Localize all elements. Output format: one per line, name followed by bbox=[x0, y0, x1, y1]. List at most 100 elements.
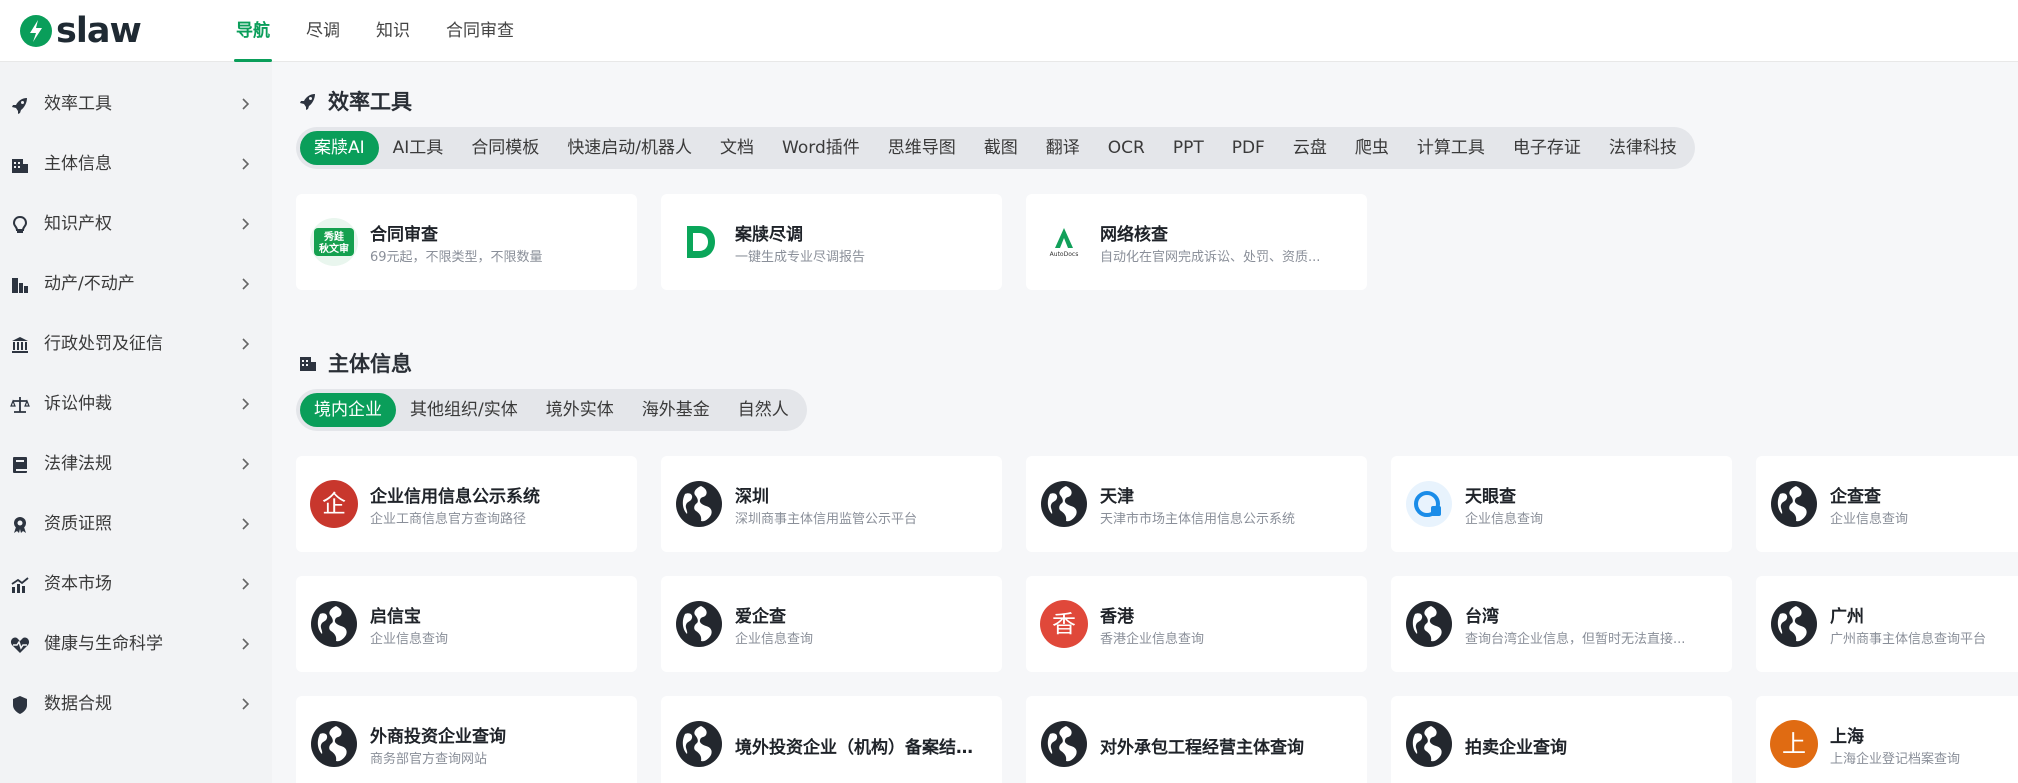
card-title: 启信宝 bbox=[370, 607, 421, 627]
tab-contract-template[interactable]: 合同模板 bbox=[457, 131, 553, 165]
card-title: 网络核查 bbox=[1100, 225, 1168, 245]
tool-card-andu-dd[interactable]: 案牍尽调 一键生成专业尽调报告 bbox=[661, 194, 1002, 290]
card-title: 对外承包工程经营主体查询 bbox=[1100, 738, 1304, 758]
sidebar-item-laws[interactable]: 法律法规 bbox=[0, 444, 272, 484]
entity-card[interactable]: 天眼查 企业信息查询 bbox=[1391, 456, 1732, 552]
tab-crawler[interactable]: 爬虫 bbox=[1341, 131, 1403, 165]
book-icon bbox=[13, 457, 27, 473]
slaw-logo[interactable]: slaw bbox=[20, 11, 142, 51]
sidebar-item-label: 效率工具 bbox=[44, 94, 112, 114]
tab-natural-person[interactable]: 自然人 bbox=[724, 393, 803, 427]
top-nav-tabs: 导航 尽调 知识 合同审查 bbox=[234, 0, 548, 62]
tab-andu-ai[interactable]: 案牍AI bbox=[300, 131, 379, 165]
char-badge-icon: 企 bbox=[310, 480, 358, 528]
entity-card[interactable]: 爱企查 企业信息查询 bbox=[661, 576, 1002, 672]
tab-domestic-enterprise[interactable]: 境内企业 bbox=[300, 393, 396, 427]
tianyancha-logo-icon bbox=[1405, 480, 1453, 528]
tab-pdf[interactable]: PDF bbox=[1218, 131, 1279, 165]
card-desc: 69元起，不限类型，不限数量 bbox=[370, 250, 543, 265]
tab-quick-launch[interactable]: 快速启动/机器人 bbox=[553, 131, 706, 165]
globe-icon bbox=[1405, 720, 1453, 768]
tab-overseas-fund[interactable]: 海外基金 bbox=[628, 393, 724, 427]
entity-card[interactable]: 天津 天津市市场主体信用信息公示系统 bbox=[1026, 456, 1367, 552]
globe-icon bbox=[1770, 480, 1818, 528]
tool-card-contract-review[interactable]: 秀跬 秋文审 合同审查 69元起，不限类型，不限数量 bbox=[296, 194, 637, 290]
sidebar-item-label: 动产/不动产 bbox=[44, 274, 135, 294]
tool-card-network-check[interactable]: AutoDocs 网络核查 自动化在官网完成诉讼、处罚、资质... bbox=[1026, 194, 1367, 290]
tab-overseas-entity[interactable]: 境外实体 bbox=[532, 393, 628, 427]
sidebar-item-qualification[interactable]: 资质证照 bbox=[0, 504, 272, 544]
sidebar-item-ip[interactable]: 知识产权 bbox=[0, 204, 272, 244]
entity-card[interactable]: 启信宝 企业信息查询 bbox=[296, 576, 637, 672]
tab-legal-tech[interactable]: 法律科技 bbox=[1595, 131, 1691, 165]
globe-icon bbox=[1040, 480, 1088, 528]
entity-card[interactable]: 香 香港 香港企业信息查询 bbox=[1026, 576, 1367, 672]
tab-word-plugin[interactable]: Word插件 bbox=[768, 131, 874, 165]
tab-due-diligence[interactable]: 尽调 bbox=[304, 0, 342, 62]
heart-pulse-icon bbox=[10, 637, 30, 653]
building-icon bbox=[12, 159, 28, 173]
sidebar-item-litigation[interactable]: 诉讼仲裁 bbox=[0, 384, 272, 424]
card-title: 外商投资企业查询 bbox=[370, 727, 506, 747]
city-icon bbox=[12, 278, 28, 293]
char-badge-icon: 上 bbox=[1770, 720, 1818, 768]
sidebar-item-entity[interactable]: 主体信息 bbox=[0, 144, 272, 184]
sidebar-item-property[interactable]: 动产/不动产 bbox=[0, 264, 272, 304]
tab-ai-tools[interactable]: AI工具 bbox=[379, 131, 458, 165]
svg-text:秀跬: 秀跬 bbox=[323, 230, 344, 243]
entity-card[interactable]: 台湾 查询台湾企业信息，但暂时无法直接... bbox=[1391, 576, 1732, 672]
sidebar-item-capital-market[interactable]: 资本市场 bbox=[0, 564, 272, 604]
chevron-right-icon bbox=[242, 398, 250, 410]
efficiency-tab-bar: 案牍AI AI工具 合同模板 快速启动/机器人 文档 Word插件 思维导图 截… bbox=[296, 127, 1695, 169]
chevron-right-icon bbox=[242, 218, 250, 230]
entity-card[interactable]: 深圳 深圳商事主体信用监管公示平台 bbox=[661, 456, 1002, 552]
card-title: 企业信用信息公示系统 bbox=[370, 487, 540, 507]
scale-icon bbox=[10, 397, 30, 413]
tab-calculator[interactable]: 计算工具 bbox=[1403, 131, 1499, 165]
tab-screenshot[interactable]: 截图 bbox=[970, 131, 1032, 165]
andu-logo-icon bbox=[675, 218, 723, 266]
entity-card[interactable]: 对外承包工程经营主体查询 bbox=[1026, 696, 1367, 783]
card-desc: 企业工商信息官方查询路径 bbox=[370, 512, 527, 527]
entity-card[interactable]: 拍卖企业查询 bbox=[1391, 696, 1732, 783]
shield-icon bbox=[13, 696, 27, 714]
sidebar-item-label: 法律法规 bbox=[44, 454, 112, 474]
tab-translate[interactable]: 翻译 bbox=[1032, 131, 1094, 165]
tab-ppt[interactable]: PPT bbox=[1159, 131, 1218, 165]
card-title: 深圳 bbox=[735, 487, 769, 507]
globe-icon bbox=[1405, 600, 1453, 648]
sidebar-item-health[interactable]: 健康与生命科学 bbox=[0, 624, 272, 664]
card-desc: 上海企业登记档案查询 bbox=[1830, 752, 1961, 767]
entity-card[interactable]: 境外投资企业（机构）备案结果... bbox=[661, 696, 1002, 783]
sidebar: 效率工具 主体信息 知识产权 动产/不动产 行政处罚及征信 诉讼仲裁 法律法规 … bbox=[0, 62, 272, 783]
card-title: 境外投资企业（机构）备案结果... bbox=[735, 738, 985, 758]
tab-docs[interactable]: 文档 bbox=[706, 131, 768, 165]
entity-card[interactable]: 企 企业信用信息公示系统 企业工商信息官方查询路径 bbox=[296, 456, 637, 552]
entity-card[interactable]: 广州 广州商事主体信息查询平台 bbox=[1756, 576, 2018, 672]
tab-other-org[interactable]: 其他组织/实体 bbox=[396, 393, 532, 427]
tab-contract-review[interactable]: 合同审查 bbox=[444, 0, 516, 62]
sidebar-item-admin-penalty[interactable]: 行政处罚及征信 bbox=[0, 324, 272, 364]
tab-e-evidence[interactable]: 电子存证 bbox=[1499, 131, 1595, 165]
tab-knowledge[interactable]: 知识 bbox=[374, 0, 412, 62]
chevron-right-icon bbox=[242, 278, 250, 290]
tab-mindmap[interactable]: 思维导图 bbox=[874, 131, 970, 165]
card-desc: 天津市市场主体信用信息公示系统 bbox=[1100, 512, 1296, 527]
sidebar-item-efficiency[interactable]: 效率工具 bbox=[0, 84, 272, 124]
tab-cloud-drive[interactable]: 云盘 bbox=[1279, 131, 1341, 165]
logo-mark-icon bbox=[20, 15, 52, 47]
logo-text: slaw bbox=[56, 11, 142, 51]
card-desc: 自动化在官网完成诉讼、处罚、资质... bbox=[1100, 250, 1321, 265]
sidebar-item-data-compliance[interactable]: 数据合规 bbox=[0, 684, 272, 724]
tab-nav[interactable]: 导航 bbox=[234, 0, 272, 62]
card-title: 拍卖企业查询 bbox=[1465, 738, 1567, 758]
tab-ocr[interactable]: OCR bbox=[1094, 131, 1159, 165]
sidebar-item-label: 主体信息 bbox=[44, 154, 112, 174]
section-title-entity: 主体信息 bbox=[298, 348, 412, 378]
entity-card[interactable]: 企查查 企业信息查询 bbox=[1756, 456, 2018, 552]
card-title: 台湾 bbox=[1465, 607, 1499, 627]
card-title: 天津 bbox=[1100, 487, 1134, 507]
entity-card[interactable]: 外商投资企业查询 商务部官方查询网站 bbox=[296, 696, 637, 783]
entity-card[interactable]: 上 上海 上海企业登记档案查询 bbox=[1756, 696, 2018, 783]
chevron-right-icon bbox=[242, 518, 250, 530]
